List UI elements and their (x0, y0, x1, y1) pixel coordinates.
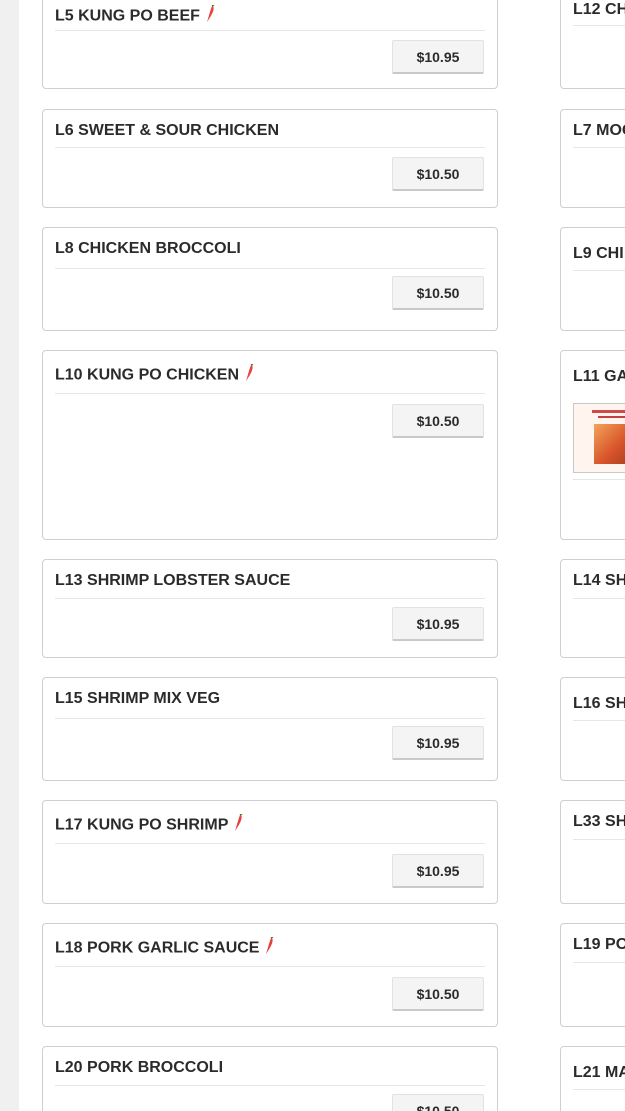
divider (55, 147, 485, 148)
item-title: L9 CHI (573, 245, 625, 263)
item-title: L5 KUNG PO BEEF (55, 4, 485, 28)
item-title: L8 CHICKEN BROCCOLI (55, 240, 485, 258)
price-button[interactable]: $10.50 (392, 1094, 484, 1111)
menu-item-card[interactable]: L18 PORK GARLIC SAUCE $10.50 (42, 923, 498, 1027)
item-title: L7 MOO (573, 122, 625, 140)
menu-item-card[interactable]: L33 SH (560, 800, 625, 904)
price-button[interactable]: $10.50 (392, 977, 484, 1011)
price-button[interactable]: $10.95 (392, 40, 484, 74)
divider (55, 966, 485, 967)
chili-pepper-icon (243, 363, 255, 387)
menu-item-card[interactable]: L5 KUNG PO BEEF $10.95 (42, 0, 498, 89)
thumbnail-header (592, 410, 625, 413)
price-button[interactable]: $10.50 (392, 157, 484, 191)
item-title: L6 SWEET & SOUR CHICKEN (55, 122, 485, 140)
item-title: L19 PO (573, 936, 625, 954)
divider (573, 720, 625, 721)
item-name: L16 SH (573, 695, 625, 712)
menu-item-card[interactable]: L9 CHI (560, 227, 625, 331)
item-name: L33 SH (573, 813, 625, 830)
divider (573, 839, 625, 840)
divider (55, 843, 485, 844)
item-name: L18 PORK GARLIC SAUCE (55, 939, 260, 957)
divider (573, 479, 625, 480)
item-title: L13 SHRIMP LOBSTER SAUCE (55, 572, 485, 590)
item-name: L5 KUNG PO BEEF (55, 7, 200, 25)
item-title: L21 MA (573, 1064, 625, 1082)
item-title: L15 SHRIMP MIX VEG (55, 690, 485, 708)
menu-item-card[interactable]: L14 SH (560, 559, 625, 658)
menu-item-card[interactable]: L21 MA (560, 1046, 625, 1111)
divider (55, 30, 485, 31)
price-button[interactable]: $10.95 (392, 726, 484, 760)
price-button[interactable]: $10.95 (392, 854, 484, 888)
price-button[interactable]: $10.50 (392, 276, 484, 310)
menu-item-card[interactable]: L15 SHRIMP MIX VEG $10.95 (42, 677, 498, 781)
item-title: L12 CH (573, 1, 625, 19)
divider (573, 598, 625, 599)
menu-item-card[interactable]: L17 KUNG PO SHRIMP $10.95 (42, 800, 498, 904)
divider (573, 25, 625, 26)
menu-item-card[interactable]: L11 GA (560, 350, 625, 540)
item-name: L15 SHRIMP MIX VEG (55, 690, 221, 707)
menu-item-card[interactable]: L8 CHICKEN BROCCOLI $10.50 (42, 227, 498, 331)
item-name: L13 SHRIMP LOBSTER SAUCE (55, 572, 291, 589)
menu-item-card[interactable]: L19 PO (560, 923, 625, 1027)
menu-page: L5 KUNG PO BEEF $10.95 L6 SWEET & SOUR C… (19, 0, 625, 1111)
item-name: L21 MA (573, 1064, 625, 1081)
thumbnail-text (598, 416, 625, 418)
menu-item-card[interactable]: L10 KUNG PO CHICKEN $10.50 (42, 350, 498, 540)
chili-pepper-icon (263, 936, 275, 960)
divider (573, 962, 625, 963)
divider (573, 147, 625, 148)
divider (55, 1085, 485, 1086)
menu-item-card[interactable]: L6 SWEET & SOUR CHICKEN $10.50 (42, 109, 498, 208)
menu-item-card[interactable]: L13 SHRIMP LOBSTER SAUCE $10.95 (42, 559, 498, 658)
menu-item-card[interactable]: L12 CH (560, 0, 625, 89)
price-button[interactable]: $10.50 (392, 404, 484, 438)
price-button[interactable]: $10.95 (392, 607, 484, 641)
item-title: L10 KUNG PO CHICKEN (55, 363, 485, 387)
item-name: L20 PORK BROCCOLI (55, 1059, 224, 1076)
item-title: L18 PORK GARLIC SAUCE (55, 936, 485, 960)
item-name: L14 SH (573, 572, 625, 589)
item-title: L14 SH (573, 572, 625, 590)
chili-pepper-icon (232, 813, 244, 837)
item-name: L11 GA (573, 368, 625, 385)
item-name: L6 SWEET & SOUR CHICKEN (55, 122, 280, 139)
item-title: L16 SH (573, 695, 625, 713)
item-name: L9 CHI (573, 245, 624, 262)
thumbnail-artwork (594, 424, 625, 464)
menu-item-card[interactable]: L7 MOO (560, 109, 625, 208)
item-name: L7 MOO (573, 122, 625, 139)
divider (55, 598, 485, 599)
item-name: L19 PO (573, 936, 625, 953)
item-name: L8 CHICKEN BROCCOLI (55, 240, 241, 257)
menu-item-card[interactable]: L20 PORK BROCCOLI $10.50 (42, 1046, 498, 1111)
item-thumbnail-image[interactable] (573, 403, 625, 473)
divider (573, 270, 625, 271)
divider (573, 1089, 625, 1090)
item-name: L10 KUNG PO CHICKEN (55, 366, 240, 384)
divider (55, 393, 485, 394)
item-name: L12 CH (573, 1, 625, 18)
chili-pepper-icon (204, 4, 216, 28)
divider (55, 718, 485, 719)
divider (55, 268, 485, 269)
item-name: L17 KUNG PO SHRIMP (55, 816, 229, 834)
item-title: L20 PORK BROCCOLI (55, 1059, 485, 1077)
item-title: L33 SH (573, 813, 625, 831)
item-title: L17 KUNG PO SHRIMP (55, 813, 485, 837)
menu-item-card[interactable]: L16 SH (560, 677, 625, 781)
item-title: L11 GA (573, 368, 625, 386)
